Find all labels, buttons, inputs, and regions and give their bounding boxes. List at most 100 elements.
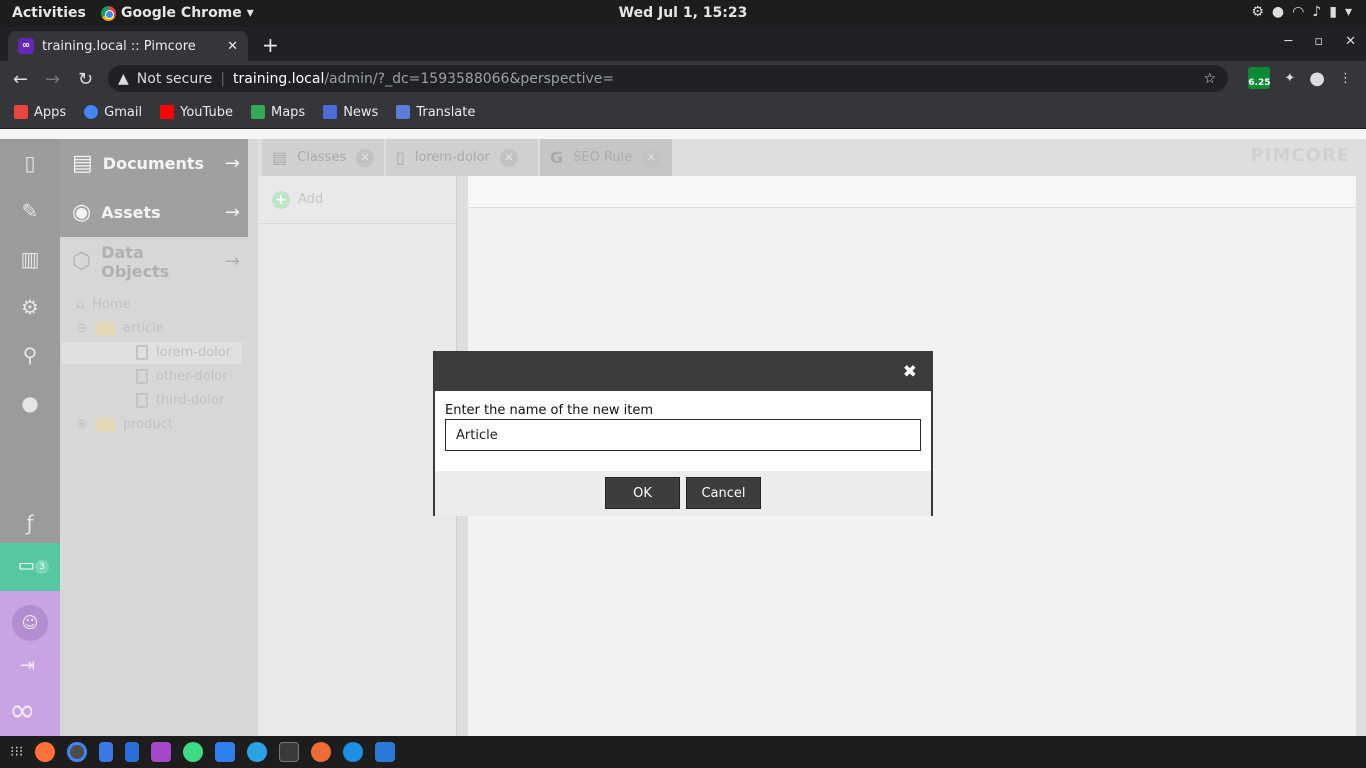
tree-item-other-dolor[interactable]: other-dolor: [136, 369, 228, 384]
browser-toolbar: ← → ↻ ▲ Not secure | training.local/admi…: [0, 61, 1366, 96]
tab-classes[interactable]: ▤ Classes ✕: [262, 139, 384, 176]
cancel-button[interactable]: Cancel: [686, 477, 761, 509]
github-icon[interactable]: ●: [0, 379, 60, 427]
close-icon[interactable]: ✖: [903, 362, 917, 382]
notification-count: 3: [35, 560, 49, 574]
firefox-icon[interactable]: [35, 742, 56, 762]
accessibility-icon: ⚙: [1251, 4, 1264, 20]
terminal-icon[interactable]: [279, 742, 300, 762]
dialog-header[interactable]: ✖: [435, 353, 931, 391]
app-grid-icon[interactable]: ⁝⁝⁝: [10, 744, 23, 760]
logout-icon[interactable]: ⇥: [20, 655, 35, 676]
google-icon: [84, 105, 99, 119]
close-window-icon[interactable]: ✕: [1345, 34, 1356, 49]
file-icon[interactable]: ▯: [0, 139, 60, 187]
extensions-area: 6.25 ✦ ● ⋮: [1248, 67, 1352, 89]
document-viewer-icon[interactable]: [125, 742, 140, 762]
bookmark-star-icon[interactable]: ☆: [1203, 71, 1216, 87]
item-name-input[interactable]: [445, 419, 921, 451]
telegram-icon[interactable]: [247, 742, 268, 762]
dialog-body: Enter the name of the new item: [435, 391, 931, 471]
wifi-icon: ◠: [1292, 4, 1305, 20]
tab-lorem-dolor[interactable]: ▯ lorem-dolor ✕: [386, 139, 538, 176]
tree-item-home[interactable]: ⌂ Home: [76, 297, 131, 312]
system-tray[interactable]: ⚙ ● ◠ ♪ ▮ ▾: [1251, 4, 1352, 20]
apps-grid-icon: [14, 105, 28, 119]
classes-icon: ▤: [272, 148, 288, 167]
nav-documents[interactable]: ▤ Documents →: [60, 139, 248, 188]
chevron-down-icon: ▾: [1344, 4, 1352, 20]
phpstorm-icon[interactable]: [151, 742, 172, 762]
chart-icon[interactable]: ▥: [0, 235, 60, 283]
tree-item-third-dolor[interactable]: third-dolor: [136, 393, 224, 408]
user-area: ☺ ⇥ ∞: [0, 591, 60, 736]
system-clock[interactable]: Wed Jul 1, 15:23: [0, 5, 1366, 21]
back-icon[interactable]: ←: [13, 69, 28, 90]
battery-icon: ▮: [1329, 4, 1337, 20]
search-icon[interactable]: ⚲: [0, 331, 60, 379]
chrome-icon[interactable]: [67, 742, 88, 762]
browser-tab-title: training.local :: Pimcore: [42, 38, 196, 54]
symfony-icon[interactable]: ƒ: [0, 499, 60, 547]
translate-icon: [396, 105, 411, 119]
new-item-dialog: ✖ Enter the name of the new item OK Canc…: [433, 351, 933, 516]
tree-item-article[interactable]: ⊖ article: [76, 321, 164, 336]
warning-icon: ▲: [118, 70, 129, 87]
cube-icon: ⬡: [72, 249, 92, 274]
app-icon[interactable]: [375, 742, 396, 762]
folder-icon: [94, 321, 115, 336]
minimize-icon[interactable]: ─: [1284, 34, 1292, 49]
gear-icon[interactable]: ⚙: [0, 283, 60, 331]
bookmark-apps[interactable]: Apps: [14, 105, 66, 120]
forward-icon[interactable]: →: [45, 69, 60, 90]
bookmark-youtube[interactable]: YouTube: [160, 105, 233, 120]
address-bar[interactable]: ▲ Not secure | training.local/admin/?_dc…: [108, 65, 1228, 92]
google-icon: G: [550, 148, 564, 167]
expand-icon[interactable]: ⊕: [76, 417, 87, 432]
text-editor-icon[interactable]: [99, 742, 114, 762]
wrench-icon[interactable]: ✎: [0, 187, 60, 235]
add-button[interactable]: + Add: [258, 176, 457, 224]
document-icon: ▤: [72, 151, 93, 176]
nav-assets[interactable]: ◉ Assets →: [60, 188, 248, 237]
document-icon: [136, 393, 148, 408]
plus-icon: +: [272, 190, 290, 209]
profile-icon[interactable]: ●: [1309, 68, 1325, 89]
maximize-icon[interactable]: ▫: [1314, 34, 1323, 49]
app-icon[interactable]: [215, 742, 236, 762]
tree-item-product[interactable]: ⊕ product: [76, 417, 173, 432]
close-icon[interactable]: ✕: [499, 148, 518, 167]
bookmark-gmail[interactable]: Gmail: [84, 105, 142, 120]
maps-icon: [250, 105, 265, 119]
os-dock: ⁝⁝⁝: [0, 736, 1366, 768]
skype-icon[interactable]: [343, 742, 364, 762]
extension-badge[interactable]: 6.25: [1248, 67, 1270, 89]
close-icon[interactable]: ✕: [356, 148, 374, 167]
android-studio-icon[interactable]: [183, 742, 204, 762]
system-top-bar: Activities Google Chrome ▾ Wed Jul 1, 15…: [0, 0, 1366, 27]
window-controls: ─ ▫ ✕: [1284, 34, 1356, 49]
pimcore-logo-icon: ∞: [9, 691, 36, 729]
bookmark-translate[interactable]: Translate: [396, 105, 475, 120]
dialog-prompt: Enter the name of the new item: [445, 403, 653, 418]
url-separator: |: [220, 70, 226, 87]
bookmark-news[interactable]: News: [323, 105, 378, 120]
tree-item-lorem-dolor[interactable]: lorem-dolor: [136, 345, 231, 360]
ok-button[interactable]: OK: [605, 477, 680, 509]
close-icon[interactable]: ✕: [642, 148, 661, 167]
camera-icon: ◉: [72, 200, 92, 225]
more-menu-icon[interactable]: ⋮: [1339, 71, 1352, 86]
new-tab-button[interactable]: +: [262, 33, 279, 57]
bookmark-maps[interactable]: Maps: [250, 105, 305, 120]
close-tab-icon[interactable]: ✕: [227, 39, 238, 54]
avatar[interactable]: ☺: [12, 605, 48, 641]
puzzle-icon[interactable]: ✦: [1284, 71, 1295, 86]
postman-icon[interactable]: [311, 742, 332, 762]
browser-tab[interactable]: ∞ training.local :: Pimcore ✕: [8, 31, 248, 61]
tab-seo-rule[interactable]: G SEO Rule ✕: [540, 139, 672, 176]
notifications-button[interactable]: ▭ 3: [0, 543, 60, 591]
collapse-icon[interactable]: ⊖: [76, 321, 87, 336]
dialog-footer: OK Cancel: [435, 471, 931, 516]
reload-icon[interactable]: ↻: [78, 69, 93, 90]
nav-data-objects[interactable]: ⬡ Data Objects →: [60, 237, 248, 286]
